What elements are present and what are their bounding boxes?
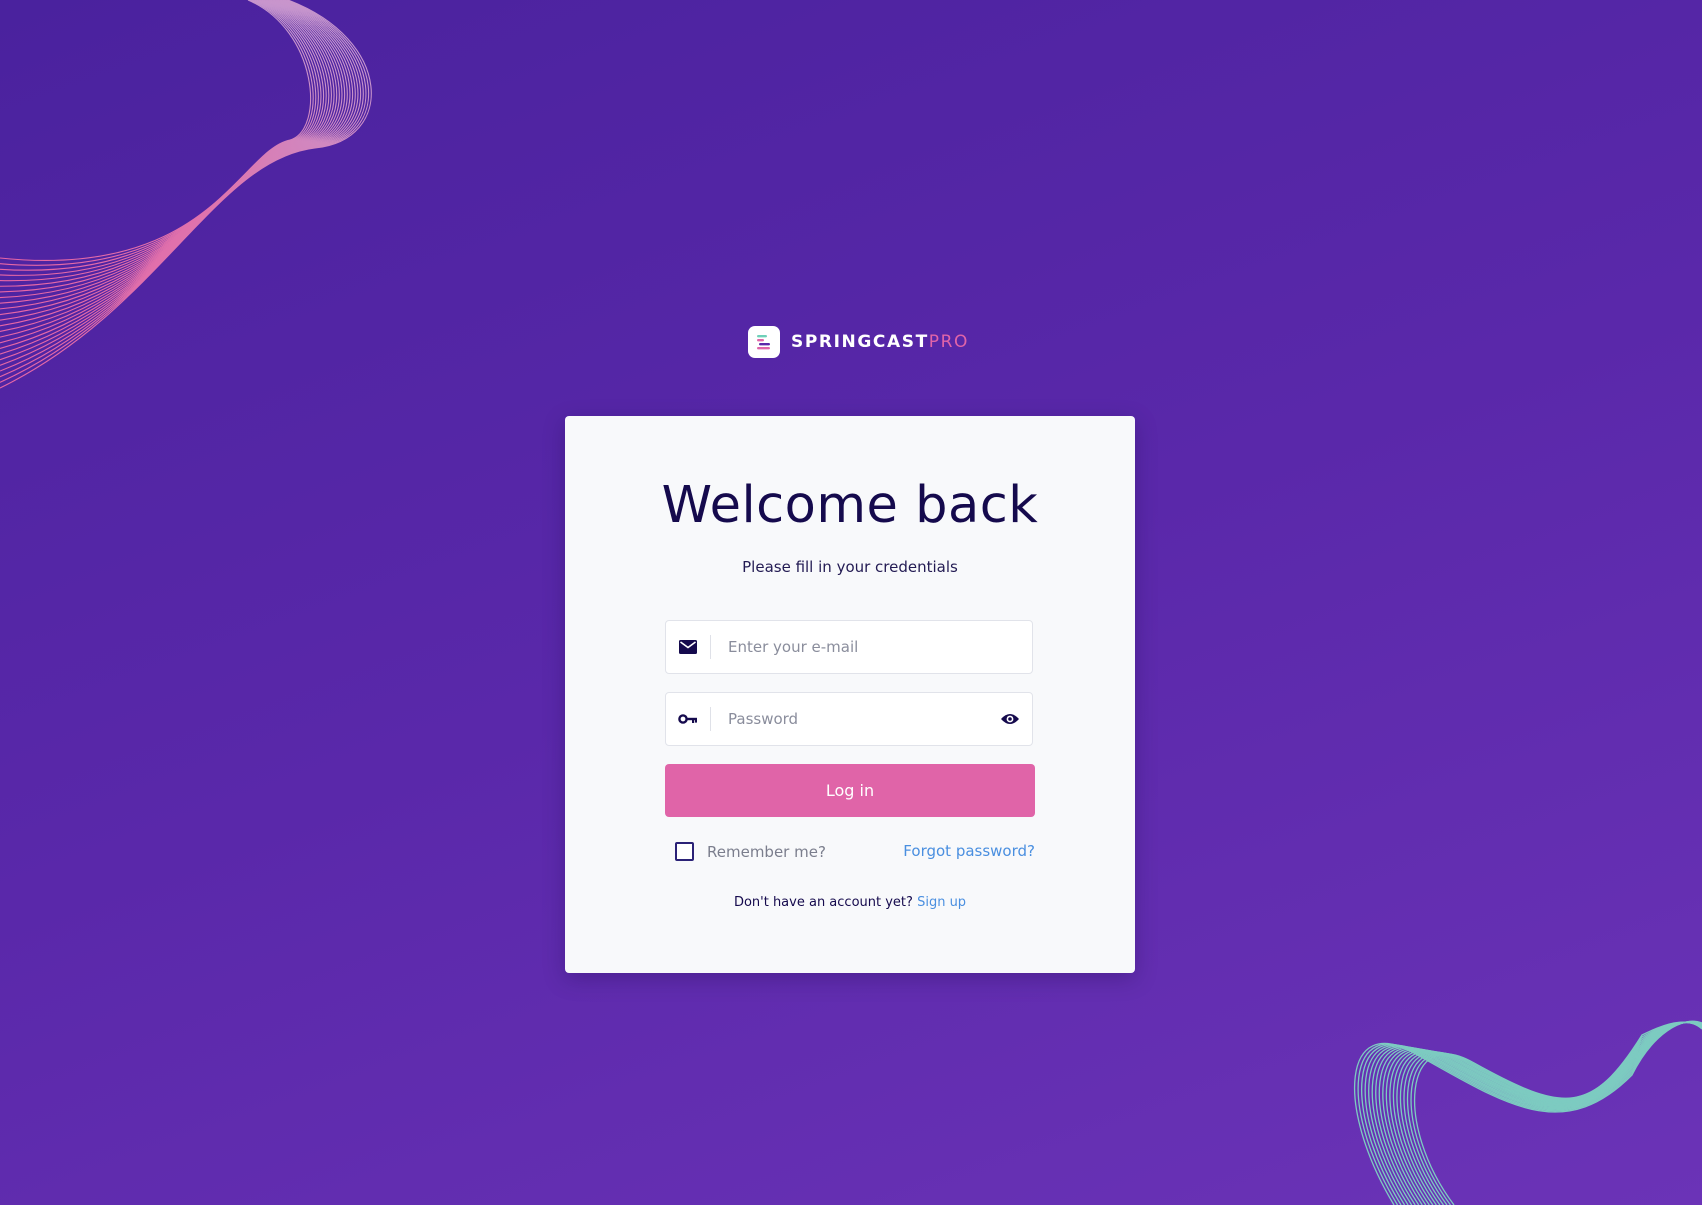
remember-me-checkbox[interactable]	[675, 842, 694, 861]
remember-me[interactable]: Remember me?	[675, 842, 826, 861]
page-subtitle: Please fill in your credentials	[742, 558, 958, 576]
page-title: Welcome back	[661, 476, 1039, 535]
brand: SPRINGCAST PRO	[748, 326, 969, 358]
key-icon	[666, 707, 711, 731]
brand-name: SPRINGCAST	[791, 332, 929, 352]
remember-me-label: Remember me?	[707, 842, 826, 861]
forgot-password-link[interactable]: Forgot password?	[903, 842, 1035, 860]
brand-suffix: PRO	[928, 332, 970, 352]
decorative-wave-top-left	[0, 0, 372, 389]
password-field[interactable]	[665, 692, 1033, 746]
springcast-logo-icon	[748, 326, 780, 358]
signup-prompt-text: Don't have an account yet?	[733, 895, 913, 910]
signup-prompt: Don't have an account yet? Sign up	[565, 895, 1135, 910]
email-input[interactable]	[711, 621, 1032, 673]
password-input[interactable]	[711, 693, 988, 745]
sign-up-link[interactable]: Sign up	[917, 895, 966, 910]
login-button[interactable]: Log in	[665, 764, 1035, 817]
email-field[interactable]	[665, 620, 1033, 674]
login-card: Welcome back Please fill in your credent…	[565, 416, 1135, 973]
eye-icon[interactable]	[988, 693, 1032, 745]
envelope-icon	[666, 635, 711, 659]
decorative-wave-bottom-right	[1353, 1020, 1702, 1205]
